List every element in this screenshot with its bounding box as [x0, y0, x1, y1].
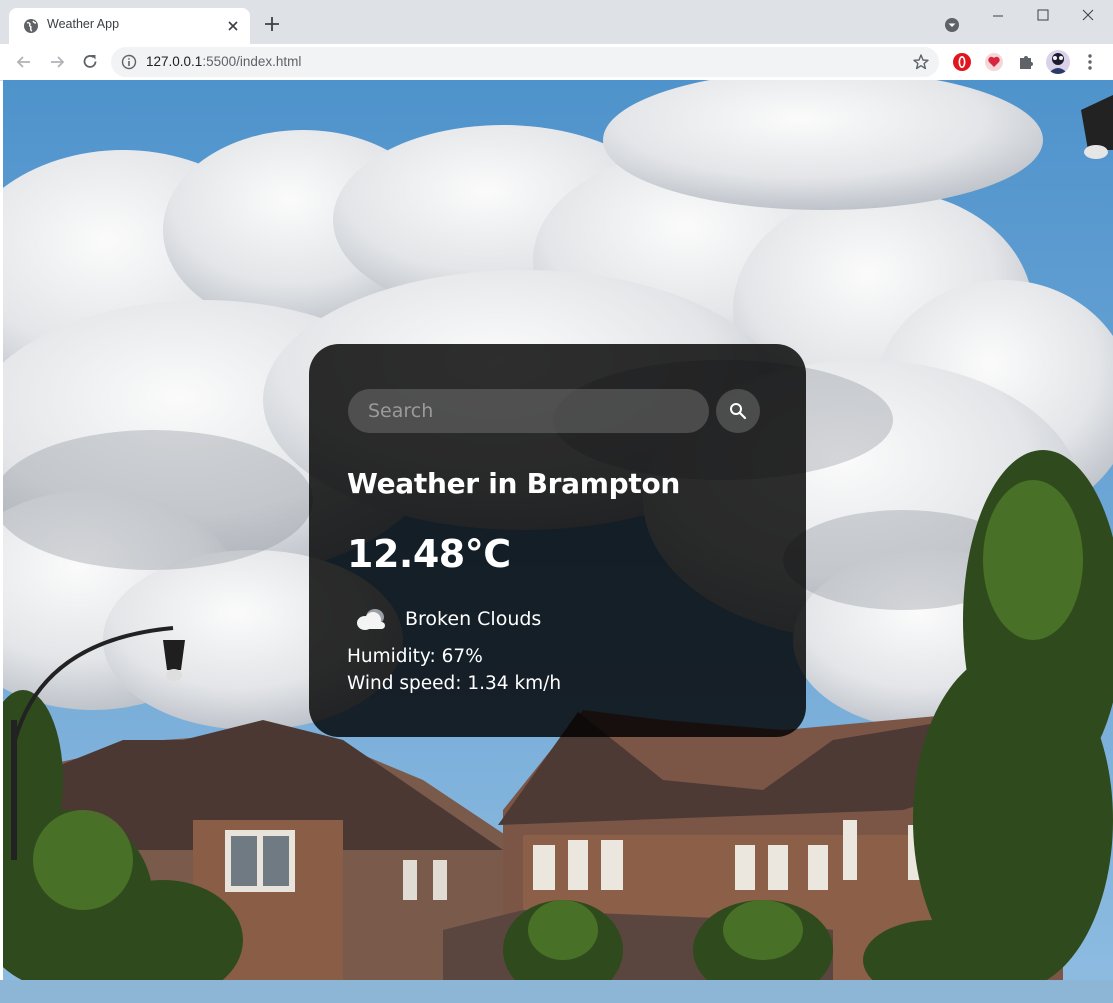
browser-toolbar: 127.0.0.1:5500/index.html	[0, 44, 1113, 81]
heart-extension-icon[interactable]	[984, 52, 1004, 72]
weather-card: Weather in Brampton 12.48°C Broken Cloud…	[309, 344, 806, 737]
maximize-icon[interactable]	[1031, 6, 1055, 26]
reload-icon[interactable]	[80, 52, 100, 72]
search-input[interactable]	[348, 389, 709, 433]
weather-condition: Broken Clouds	[405, 608, 542, 630]
opera-extension-icon[interactable]	[952, 52, 972, 72]
browser-menu-icon[interactable]	[1082, 52, 1098, 72]
extensions-puzzle-icon[interactable]	[1016, 52, 1036, 72]
profile-avatar[interactable]	[1046, 50, 1070, 74]
tab-title: Weather App	[47, 17, 120, 31]
viewport-bottom-edge	[0, 980, 1113, 1003]
avatar-image	[1046, 50, 1070, 74]
minimize-icon[interactable]	[986, 6, 1010, 26]
temperature: 12.48°C	[347, 532, 511, 576]
bookmark-star-icon[interactable]	[912, 53, 930, 71]
new-tab-icon[interactable]	[262, 14, 282, 34]
back-arrow-icon[interactable]	[14, 52, 34, 72]
url-text: 127.0.0.1:5500/index.html	[146, 54, 301, 69]
tab-weather-app[interactable]: Weather App	[9, 8, 250, 44]
search-button[interactable]	[716, 389, 760, 433]
tab-strip: Weather App	[0, 0, 1113, 44]
humidity-text: Humidity: 67%	[347, 646, 483, 667]
search-icon	[730, 403, 747, 420]
forward-arrow-icon[interactable]	[47, 52, 67, 72]
address-bar[interactable]: 127.0.0.1:5500/index.html	[111, 47, 939, 77]
tab-search-icon[interactable]	[943, 16, 961, 34]
info-icon[interactable]	[121, 54, 137, 70]
close-window-icon[interactable]	[1076, 6, 1100, 26]
city-heading: Weather in Brampton	[347, 467, 681, 500]
url-host: 127.0.0.1	[146, 54, 203, 69]
cloud-icon	[357, 609, 385, 630]
search-field[interactable]	[348, 389, 709, 433]
url-path: :5500/index.html	[202, 54, 302, 69]
close-tab-icon[interactable]	[225, 18, 241, 34]
wind-speed-text: Wind speed: 1.34 km/h	[347, 673, 562, 694]
globe-icon	[24, 19, 38, 33]
browser-window: Weather App 127.0.0.1:5500/index.html Se…	[0, 0, 1113, 1003]
